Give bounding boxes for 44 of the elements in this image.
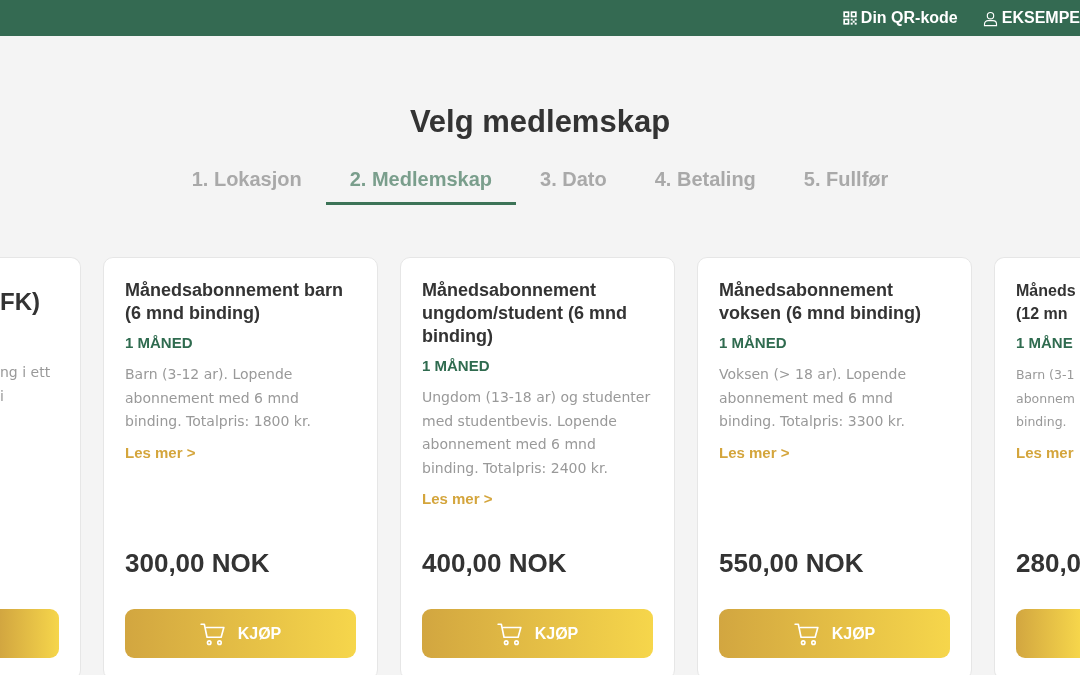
step-tab[interactable]: 1. Lokasjon: [167, 158, 326, 205]
qr-code-link[interactable]: Din QR-kode: [841, 6, 958, 30]
card-description: binding.: [1016, 413, 1068, 431]
period-label: 1 MÅNE: [1016, 333, 1074, 353]
step-tab[interactable]: 4. Betaling: [630, 158, 780, 205]
card-description: i: [0, 386, 5, 406]
price-label: 550,00 NOK: [719, 547, 865, 579]
period-label: 1 MÅNED: [125, 333, 194, 353]
buy-button[interactable]: [1016, 609, 1080, 658]
card-title: Måneds: [1016, 281, 1077, 301]
step-tab[interactable]: 2. Medlemskap: [325, 158, 516, 205]
step-tab[interactable]: 3. Dato: [516, 158, 631, 205]
page-title: Velg medlemskap: [408, 103, 672, 141]
step-tab[interactable]: 5. Fullfør: [779, 158, 913, 205]
card-description: ng i ett: [0, 363, 52, 382]
read-more-link[interactable]: Les mer: [1016, 441, 1074, 464]
buy-button[interactable]: [0, 609, 59, 658]
read-more-link[interactable]: Les mer >: [125, 441, 196, 464]
cart-icon: [199, 620, 226, 647]
price-label: 400,00 NOK: [422, 547, 568, 579]
card-title: Månedsabonnement voksen (6 mnd binding): [719, 279, 922, 325]
card-description: Barn (3-12 ar). Lopende abonnement med 6 mnd binding. Totalpris: 1800 kr.: [125, 365, 312, 431]
qr-code-icon: [841, 10, 858, 26]
period-label: 1 MÅNED: [422, 356, 491, 376]
card-title: FK): [0, 287, 41, 317]
cart-icon: [793, 620, 820, 647]
card-description: Voksen (> 18 ar). Lopende abonnement med 6 mnd binding. Totalpris: 3300 kr.: [719, 365, 907, 431]
card-description: Barn (3-1: [1016, 366, 1076, 384]
card-description: Ungdom (13-18 ar) og studenter med studentbevis. Lopende abonnement med 6 mnd binding. Totalpris: 2400 kr.: [422, 388, 652, 478]
card-title: Månedsabonnement ungdom/student (6 mnd binding): [422, 279, 628, 348]
read-more-link[interactable]: Les mer >: [422, 488, 493, 511]
card-description: abonnem: [1016, 389, 1076, 408]
user-link[interactable]: EKSEMPE: [981, 6, 1080, 30]
card-title: Månedsabonnement barn (6 mnd binding): [125, 279, 345, 325]
buy-button[interactable]: KJØP: [125, 609, 356, 658]
read-more-link[interactable]: Les mer >: [719, 441, 790, 464]
price-label: 280,0: [1016, 547, 1080, 579]
cart-icon: [496, 620, 523, 647]
buy-button[interactable]: KJØP: [422, 609, 653, 658]
user-icon: [981, 9, 999, 27]
period-label: 1 MÅNED: [719, 333, 788, 353]
buy-button[interactable]: KJØP: [719, 609, 950, 658]
card-title: (12 mn: [1016, 304, 1069, 324]
price-label: 300,00 NOK: [125, 547, 271, 579]
